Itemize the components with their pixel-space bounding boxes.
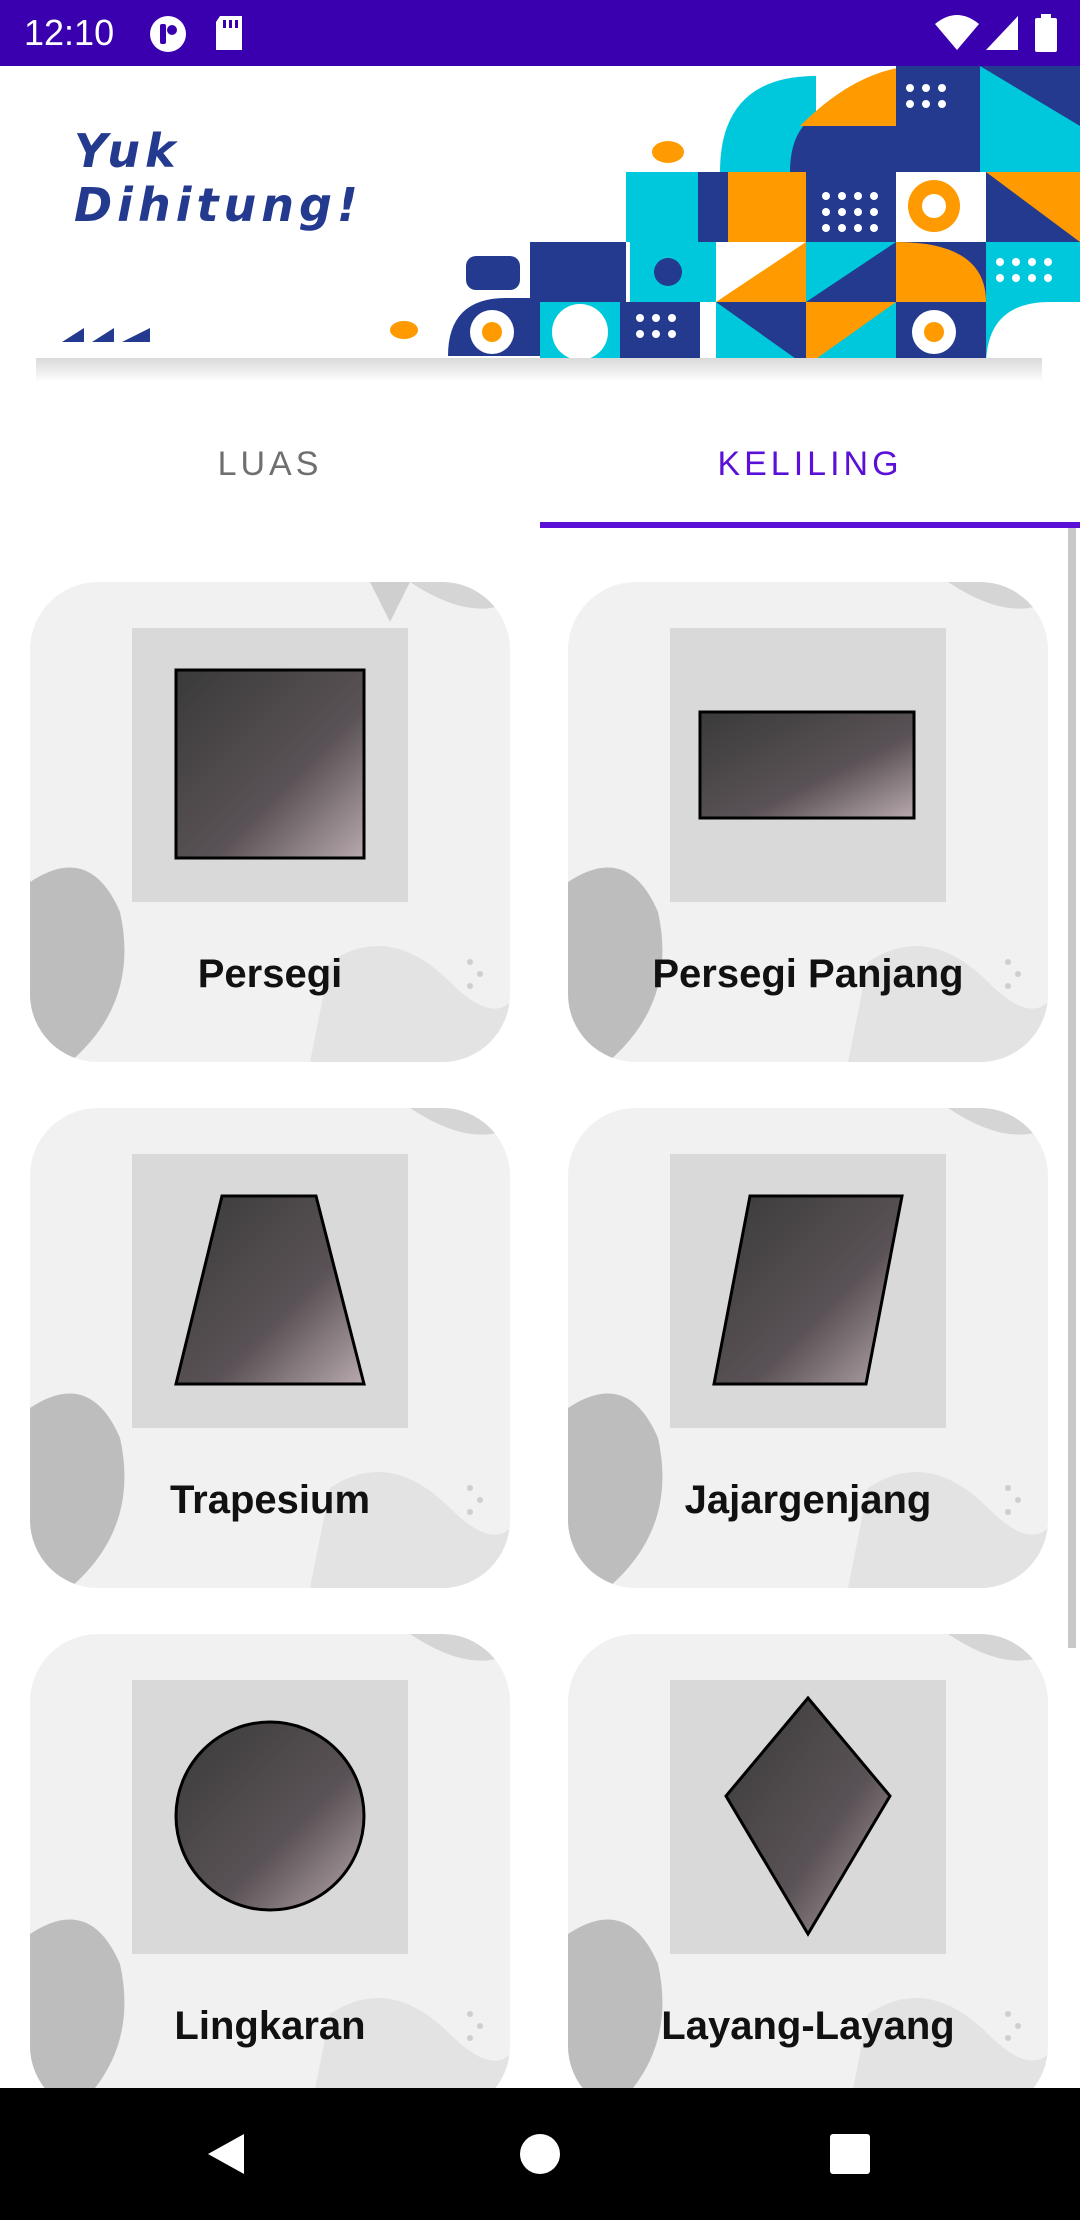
card-label: Persegi bbox=[197, 952, 343, 996]
card-lingkaran[interactable]: Lingkaran bbox=[30, 1634, 510, 2088]
home-icon[interactable] bbox=[516, 2130, 564, 2178]
card-persegi[interactable]: Persegi bbox=[30, 582, 510, 1062]
card-label: Trapesium bbox=[169, 1478, 371, 1522]
card-jajargenjang[interactable]: Jajargenjang bbox=[568, 1108, 1048, 1588]
header-banner: Yuk Dihitung! bbox=[0, 66, 1080, 366]
tab-bar: LUAS KELILING bbox=[0, 400, 1080, 528]
banner-title: Yuk Dihitung! bbox=[74, 124, 363, 232]
card-trapesium[interactable]: Trapesium bbox=[30, 1108, 510, 1588]
banner-shadow bbox=[36, 358, 1042, 382]
wifi-icon bbox=[935, 15, 979, 50]
navigation-bar bbox=[0, 2088, 1080, 2220]
scrollbar[interactable] bbox=[1068, 528, 1076, 1648]
sd-card-icon bbox=[216, 16, 242, 50]
status-bar: 12:10 bbox=[0, 0, 1080, 66]
recents-icon[interactable] bbox=[826, 2130, 874, 2178]
card-label: Persegi Panjang bbox=[652, 952, 964, 996]
card-persegi-panjang[interactable]: Persegi Panjang bbox=[568, 582, 1048, 1062]
battery-icon bbox=[1035, 14, 1057, 52]
tab-luas[interactable]: LUAS bbox=[0, 400, 540, 528]
card-label: Lingkaran bbox=[174, 2004, 366, 2048]
card-layang-layang[interactable]: Layang-Layang bbox=[568, 1634, 1048, 2088]
shape-grid: Persegi Persegi Panjang Trapesium Jajarg… bbox=[0, 528, 1080, 2088]
card-label: Jajargenjang bbox=[684, 1478, 932, 1522]
banner-title-line1: Yuk bbox=[74, 124, 181, 178]
notification-app-icon bbox=[150, 16, 186, 52]
banner-title-line2: Dihitung! bbox=[74, 178, 363, 232]
signal-icon bbox=[986, 16, 1018, 50]
card-label: Layang-Layang bbox=[661, 2004, 955, 2048]
status-time: 12:10 bbox=[24, 12, 115, 53]
tab-keliling[interactable]: KELILING bbox=[540, 400, 1080, 528]
back-icon[interactable] bbox=[202, 2130, 250, 2178]
